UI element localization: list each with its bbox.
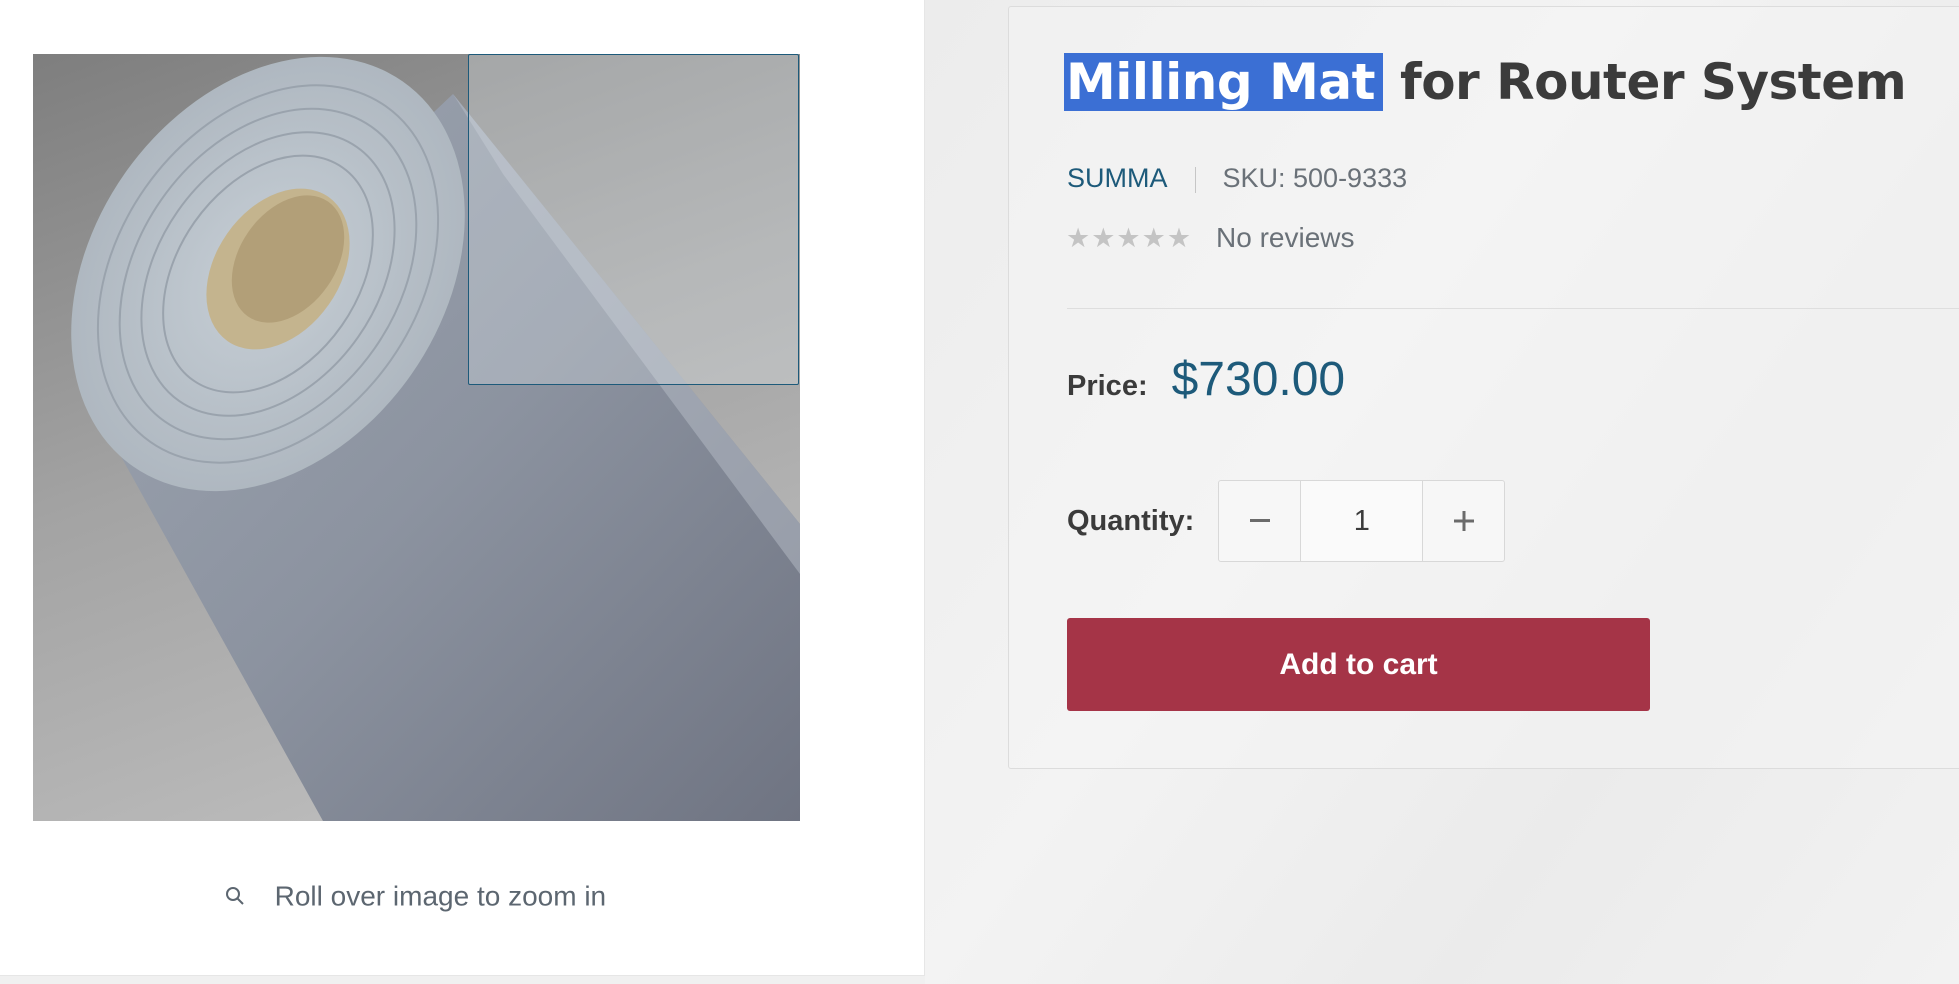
price-value: $730.00	[1171, 353, 1346, 406]
sku-text: SKU: 500-9333	[1222, 163, 1408, 193]
search-icon	[225, 881, 245, 913]
minus-icon	[1249, 519, 1270, 522]
product-title: Milling Mat for Router System	[1064, 42, 1907, 122]
quantity-input[interactable]: 1	[1301, 481, 1423, 561]
zoom-hint: Roll over image to zoom in	[0, 879, 831, 913]
reviews-text[interactable]: No reviews	[1216, 222, 1354, 254]
meta-separator	[1194, 166, 1196, 193]
quantity-label: Quantity:	[1067, 504, 1195, 537]
quantity-decrease-button[interactable]	[1219, 481, 1302, 561]
price-row: Price: $730.00	[1067, 352, 1345, 407]
divider	[1067, 308, 1959, 309]
plus-icon	[1453, 511, 1474, 531]
product-meta: SUMMA SKU: 500-9333	[1067, 163, 1407, 194]
quantity-increase-button[interactable]	[1422, 481, 1504, 561]
add-to-cart-button[interactable]: Add to cart	[1067, 618, 1650, 711]
title-selected-text: Milling Mat	[1064, 53, 1384, 111]
zoom-lens[interactable]	[468, 54, 799, 385]
quantity-row: Quantity: 1	[1067, 480, 1506, 562]
product-gallery-panel: Roll over image to zoom in	[0, 0, 925, 976]
zoom-hint-text: Roll over image to zoom in	[274, 880, 607, 912]
reviews-row[interactable]: ★★★★★ No reviews	[1066, 222, 1355, 254]
quantity-stepper: 1	[1218, 480, 1506, 562]
rating-stars-icon: ★★★★★	[1066, 222, 1193, 253]
price-label: Price:	[1067, 370, 1148, 402]
vendor-link[interactable]: SUMMA	[1067, 163, 1168, 193]
title-rest-text: for Router System	[1399, 53, 1907, 111]
